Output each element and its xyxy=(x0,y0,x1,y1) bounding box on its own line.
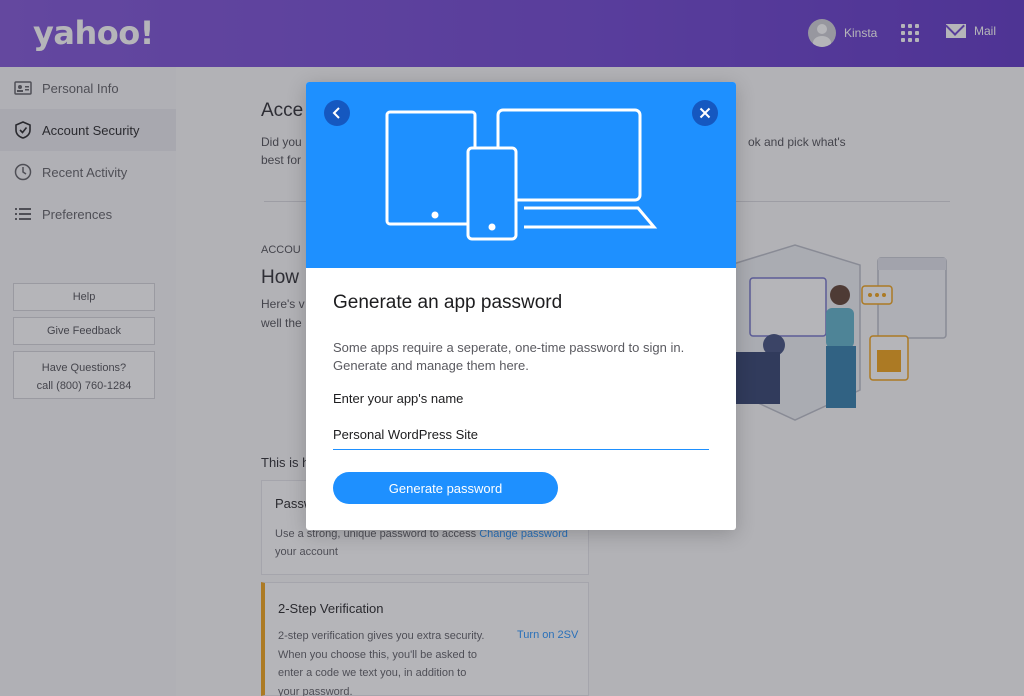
modal-hero xyxy=(306,82,736,268)
generate-password-button[interactable]: Generate password xyxy=(333,472,558,504)
modal-description: Some apps require a seperate, one-time p… xyxy=(333,340,685,373)
close-icon xyxy=(699,107,711,119)
close-button[interactable] xyxy=(692,100,718,126)
back-button[interactable] xyxy=(324,100,350,126)
app-name-input[interactable] xyxy=(333,424,709,450)
app-name-label: Enter your app's name xyxy=(333,391,464,406)
chevron-left-icon xyxy=(332,107,340,119)
app-password-modal: Generate an app password Some apps requi… xyxy=(306,82,736,530)
devices-icon xyxy=(385,108,658,241)
modal-title: Generate an app password xyxy=(333,292,563,313)
